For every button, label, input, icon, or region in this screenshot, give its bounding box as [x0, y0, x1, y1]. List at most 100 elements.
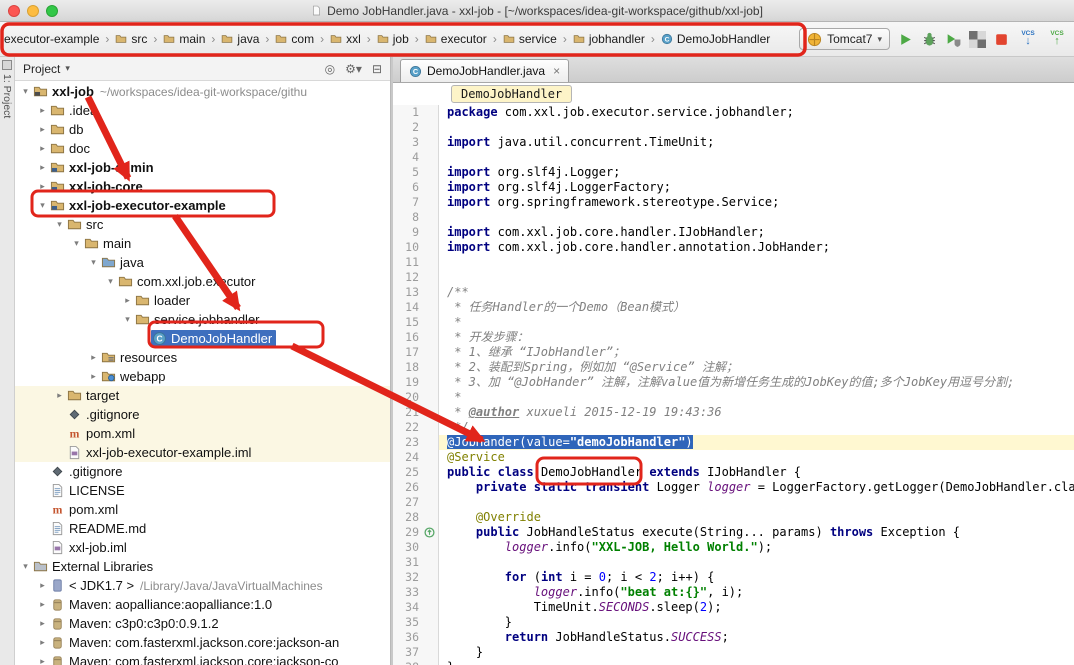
gutter-line[interactable]: 12 — [393, 270, 438, 285]
code-line[interactable]: package com.xxl.job.executor.service.job… — [447, 105, 1074, 120]
code-line[interactable]: /** — [447, 285, 1074, 300]
breadcrumb-item-executor[interactable]: executor — [423, 30, 489, 48]
gutter-line[interactable]: 31 — [393, 555, 438, 570]
tree-item-webapp[interactable]: ▸webapp — [15, 367, 390, 386]
breadcrumb-item-main[interactable]: main — [161, 30, 207, 48]
breadcrumb-item-xxl[interactable]: xxl — [328, 30, 363, 48]
tree-item-maven-aopalliance-aopalliance-1-0[interactable]: ▸Maven: aopalliance:aopalliance:1.0 — [15, 595, 390, 614]
gutter-line[interactable]: 23 — [393, 435, 438, 450]
tree-expand-arrow[interactable]: ▾ — [104, 276, 117, 287]
gutter-line[interactable]: 14 — [393, 300, 438, 315]
tree-item-license[interactable]: LICENSE — [15, 481, 390, 500]
gutter-line[interactable]: 22 — [393, 420, 438, 435]
code-editor[interactable]: package com.xxl.job.executor.service.job… — [439, 105, 1074, 665]
tree-item-idea[interactable]: ▸.idea — [15, 101, 390, 120]
gutter-line[interactable]: 13 — [393, 285, 438, 300]
tree-expand-arrow[interactable]: ▸ — [36, 143, 49, 154]
gutter-line[interactable]: 19 — [393, 375, 438, 390]
gutter-line[interactable]: 8 — [393, 210, 438, 225]
tree-item-readme-md[interactable]: README.md — [15, 519, 390, 538]
tree-expand-arrow[interactable]: ▸ — [36, 599, 49, 610]
gutter-line[interactable]: 36 — [393, 630, 438, 645]
tree-item-service-jobhandler[interactable]: ▾service.jobhandler — [15, 310, 390, 329]
tree-item-xxl-job-admin[interactable]: ▸xxl-job-admin — [15, 158, 390, 177]
close-window-button[interactable] — [8, 5, 20, 17]
code-line[interactable]: @Override — [447, 510, 1074, 525]
tree-expand-arrow[interactable]: ▸ — [36, 181, 49, 192]
code-line[interactable]: * — [447, 315, 1074, 330]
tree-expand-arrow[interactable]: ▸ — [36, 105, 49, 116]
gutter-line[interactable]: 25 — [393, 465, 438, 480]
gutter-line[interactable]: 4 — [393, 150, 438, 165]
code-line[interactable] — [447, 555, 1074, 570]
code-line[interactable]: import org.slf4j.Logger; — [447, 165, 1074, 180]
gutter-line[interactable]: 2 — [393, 120, 438, 135]
gutter-line[interactable]: 32 — [393, 570, 438, 585]
code-line[interactable]: logger.info("XXL-JOB, Hello World."); — [447, 540, 1074, 555]
code-line[interactable] — [447, 255, 1074, 270]
project-tool-window-button[interactable]: 1: Project — [1, 74, 13, 118]
code-line[interactable]: import org.springframework.stereotype.Se… — [447, 195, 1074, 210]
breadcrumb-item-java[interactable]: java — [219, 30, 261, 48]
tree-expand-arrow[interactable]: ▾ — [36, 200, 49, 211]
tree-item-main[interactable]: ▾main — [15, 234, 390, 253]
gutter-line[interactable]: 17 — [393, 345, 438, 360]
code-line[interactable]: import org.slf4j.LoggerFactory; — [447, 180, 1074, 195]
code-line[interactable]: private static transient Logger logger =… — [447, 480, 1074, 495]
tree-item-gitignore[interactable]: .gitignore — [15, 462, 390, 481]
vcs-update-button[interactable]: VCS ↓ — [1017, 31, 1039, 48]
code-line[interactable] — [447, 120, 1074, 135]
gutter-line[interactable]: 6 — [393, 180, 438, 195]
tree-item-db[interactable]: ▸db — [15, 120, 390, 139]
code-line[interactable]: } — [447, 660, 1074, 665]
code-line[interactable]: import com.xxl.job.core.handler.IJobHand… — [447, 225, 1074, 240]
stop-button[interactable] — [993, 31, 1010, 48]
code-line[interactable]: public JobHandleStatus execute(String...… — [447, 525, 1074, 540]
gutter-line[interactable]: 18 — [393, 360, 438, 375]
code-line[interactable]: * 任务Handler的一个Demo（Bean模式） — [447, 300, 1074, 315]
tree-expand-arrow[interactable]: ▸ — [36, 637, 49, 648]
gutter-line[interactable]: 38 — [393, 660, 438, 665]
code-line[interactable]: * 3、加 “@JobHander” 注解，注解value值为新增任务生成的Jo… — [447, 375, 1074, 390]
gutter-line[interactable]: 30 — [393, 540, 438, 555]
code-line[interactable] — [447, 270, 1074, 285]
tree-item-maven-com-fasterxml-jackson-core-jackson-an[interactable]: ▸Maven: com.fasterxml.jackson.core:jacks… — [15, 633, 390, 652]
gutter-line[interactable]: 11 — [393, 255, 438, 270]
tree-expand-arrow[interactable]: ▾ — [53, 219, 66, 230]
gear-icon[interactable]: ⚙▾ — [345, 62, 362, 76]
tab-demojobhandler-java[interactable]: C DemoJobHandler.java × — [400, 59, 569, 82]
gutter-line[interactable]: 10 — [393, 240, 438, 255]
code-line[interactable]: for (int i = 0; i < 2; i++) { — [447, 570, 1074, 585]
tree-expand-arrow[interactable]: ▸ — [36, 580, 49, 591]
tree-expand-arrow[interactable]: ▸ — [121, 295, 134, 306]
tree-item-jdk1-7[interactable]: ▸< JDK1.7 >/Library/Java/JavaVirtualMach… — [15, 576, 390, 595]
gutter-line[interactable]: 33 — [393, 585, 438, 600]
run-with-coverage-button[interactable] — [945, 31, 962, 48]
run-configuration-select[interactable]: Tomcat7 ▾ — [799, 28, 890, 50]
gutter-line[interactable]: 1 — [393, 105, 438, 120]
gutter-line[interactable]: 37 — [393, 645, 438, 660]
tree-item-target[interactable]: ▸target — [15, 386, 390, 405]
tree-item-src[interactable]: ▾src — [15, 215, 390, 234]
gutter-line[interactable]: 24 — [393, 450, 438, 465]
code-line[interactable]: @Service — [447, 450, 1074, 465]
tree-item-loader[interactable]: ▸loader — [15, 291, 390, 310]
tree-expand-arrow[interactable]: ▸ — [36, 124, 49, 135]
coverage-pattern-icon[interactable] — [969, 31, 986, 48]
breadcrumb-class-tag[interactable]: DemoJobHandler — [451, 85, 572, 103]
zoom-window-button[interactable] — [46, 5, 58, 17]
gutter-line[interactable]: 35 — [393, 615, 438, 630]
tree-item-maven-com-fasterxml-jackson-core-jackson-co[interactable]: ▸Maven: com.fasterxml.jackson.core:jacks… — [15, 652, 390, 665]
gutter-line[interactable]: 28 — [393, 510, 438, 525]
breadcrumb-item-job[interactable]: job — [375, 30, 411, 48]
close-tab-icon[interactable]: × — [553, 64, 560, 78]
breadcrumb-item-executor-example[interactable]: executor-example — [2, 30, 101, 48]
gutter-line[interactable]: 15 — [393, 315, 438, 330]
gutter-line[interactable]: 27 — [393, 495, 438, 510]
code-line[interactable]: } — [447, 645, 1074, 660]
breadcrumb-item-src[interactable]: src — [113, 30, 149, 48]
code-line[interactable] — [447, 210, 1074, 225]
code-line[interactable]: } — [447, 615, 1074, 630]
code-line[interactable]: * 2、装配到Spring，例如加 “@Service” 注解； — [447, 360, 1074, 375]
tree-expand-arrow[interactable]: ▸ — [87, 371, 100, 382]
